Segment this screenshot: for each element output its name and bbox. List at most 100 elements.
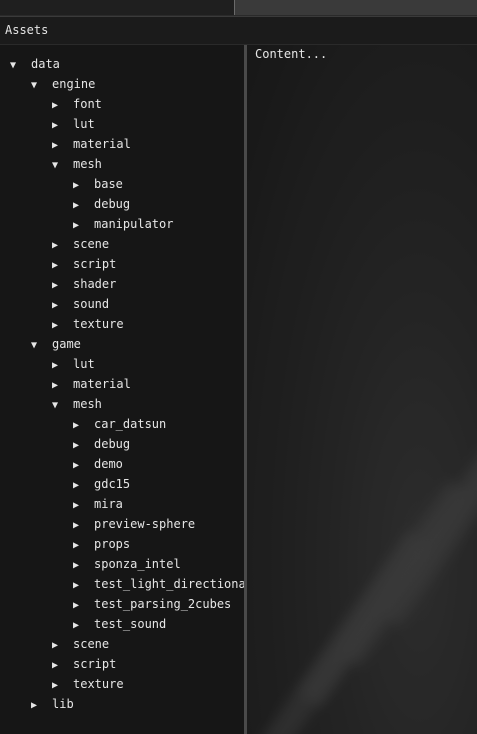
tree-node-label: engine <box>52 77 96 91</box>
tree-node-label: script <box>73 257 117 271</box>
collapsed-arrow-icon[interactable]: ▶ <box>52 356 73 376</box>
tree-node[interactable]: ▶ mira <box>73 494 123 514</box>
collapsed-arrow-icon[interactable]: ▶ <box>52 96 73 116</box>
tree-node[interactable]: ▶ scene <box>52 234 109 254</box>
tree-node-label: base <box>94 177 123 191</box>
tree-node[interactable]: ▼ data <box>10 54 60 74</box>
expanded-arrow-icon[interactable]: ▼ <box>52 396 73 416</box>
tree-node[interactable]: ▶ material <box>52 374 131 394</box>
collapsed-arrow-icon[interactable]: ▶ <box>73 496 94 516</box>
tree-node[interactable]: ▶ texture <box>52 314 124 334</box>
collapsed-arrow-icon[interactable]: ▶ <box>73 536 94 556</box>
content-placeholder: Content... <box>255 47 328 61</box>
tree-node[interactable]: ▶ debug <box>73 434 130 454</box>
tree-node-label: font <box>73 97 102 111</box>
tree-node[interactable]: ▶ test_light_directional <box>73 574 244 594</box>
tree-node-label: debug <box>94 437 131 451</box>
tree-node-label: mesh <box>73 397 102 411</box>
collapsed-arrow-icon[interactable]: ▶ <box>52 376 73 396</box>
tree-node[interactable]: ▶ test_parsing_2cubes <box>73 594 231 614</box>
tree-node[interactable]: ▶ scene <box>52 634 109 654</box>
tree-node-label: lut <box>73 357 95 371</box>
tree-node-label: demo <box>94 457 123 471</box>
content-panel: Content... <box>247 45 477 734</box>
tree-node[interactable]: ▶ texture <box>52 674 124 694</box>
tree-node[interactable]: ▼ mesh <box>52 154 102 174</box>
tree-node[interactable]: ▶ lut <box>52 114 95 134</box>
tree-node-label: material <box>73 137 131 151</box>
collapsed-arrow-icon[interactable]: ▶ <box>73 436 94 456</box>
collapsed-arrow-icon[interactable]: ▶ <box>73 476 94 496</box>
collapsed-arrow-icon[interactable]: ▶ <box>52 256 73 276</box>
tree-node[interactable]: ▶ gdc15 <box>73 474 130 494</box>
tree-node[interactable]: ▼ game <box>31 334 81 354</box>
collapsed-arrow-icon[interactable]: ▶ <box>52 656 73 676</box>
tree-node[interactable]: ▶ base <box>73 174 123 194</box>
tree-node-label: manipulator <box>94 217 174 231</box>
tree-node-label: lib <box>52 697 74 711</box>
panel-title: Assets <box>5 23 49 37</box>
collapsed-arrow-icon[interactable]: ▶ <box>73 596 94 616</box>
collapsed-arrow-icon[interactable]: ▶ <box>52 276 73 296</box>
tree-node-label: props <box>94 537 131 551</box>
tree-node-label: test_parsing_2cubes <box>94 597 232 611</box>
tree-node-label: gdc15 <box>94 477 131 491</box>
collapsed-arrow-icon[interactable]: ▶ <box>73 556 94 576</box>
tree-node[interactable]: ▶ sponza_intel <box>73 554 181 574</box>
tree-node[interactable]: ▶ car_datsun <box>73 414 166 434</box>
collapsed-arrow-icon[interactable]: ▶ <box>73 616 94 636</box>
collapsed-arrow-icon[interactable]: ▶ <box>52 236 73 256</box>
collapsed-arrow-icon[interactable]: ▶ <box>73 416 94 436</box>
tree-node[interactable]: ▶ manipulator <box>73 214 173 234</box>
tree-node-label: texture <box>73 317 124 331</box>
tree-node-label: material <box>73 377 131 391</box>
tree-node[interactable]: ▶ lut <box>52 354 95 374</box>
collapsed-arrow-icon[interactable]: ▶ <box>52 676 73 696</box>
tree-node[interactable]: ▶ sound <box>52 294 109 314</box>
tree-node-label: scene <box>73 637 110 651</box>
tree-node[interactable]: ▶ props <box>73 534 130 554</box>
assets-panel-titlebar[interactable]: Assets <box>0 16 477 45</box>
collapsed-arrow-icon[interactable]: ▶ <box>73 196 94 216</box>
asset-tree: ▼ data ▼ engine ▶ font ▶ lut ▶ material ▼ mesh ▶ base… <box>0 45 244 734</box>
expanded-arrow-icon[interactable]: ▼ <box>31 336 52 356</box>
tree-node[interactable]: ▶ shader <box>52 274 116 294</box>
tree-node[interactable]: ▶ font <box>52 94 102 114</box>
tree-node-label: shader <box>73 277 117 291</box>
tree-node-label: scene <box>73 237 110 251</box>
collapsed-arrow-icon[interactable]: ▶ <box>52 116 73 136</box>
tree-node-label: sound <box>73 297 110 311</box>
tree-node-label: mesh <box>73 157 102 171</box>
tree-node-label: texture <box>73 677 124 691</box>
tree-node-label: preview-sphere <box>94 517 196 531</box>
viewport-preview-strip <box>234 0 477 15</box>
tree-node[interactable]: ▶ preview-sphere <box>73 514 195 534</box>
collapsed-arrow-icon[interactable]: ▶ <box>52 296 73 316</box>
tree-node[interactable]: ▶ script <box>52 254 116 274</box>
collapsed-arrow-icon[interactable]: ▶ <box>73 516 94 536</box>
tree-node[interactable]: ▶ demo <box>73 454 123 474</box>
tree-node-label: mira <box>94 497 123 511</box>
expanded-arrow-icon[interactable]: ▼ <box>31 76 52 96</box>
collapsed-arrow-icon[interactable]: ▶ <box>73 456 94 476</box>
collapsed-arrow-icon[interactable]: ▶ <box>52 636 73 656</box>
expanded-arrow-icon[interactable]: ▼ <box>10 56 31 76</box>
tree-node[interactable]: ▶ test_sound <box>73 614 166 634</box>
tree-node-label: car_datsun <box>94 417 167 431</box>
tree-node[interactable]: ▶ material <box>52 134 131 154</box>
collapsed-arrow-icon[interactable]: ▶ <box>73 576 94 596</box>
tree-node[interactable]: ▶ debug <box>73 194 130 214</box>
tree-node-label: test_light_directional <box>94 577 244 591</box>
tree-node[interactable]: ▶ lib <box>31 694 74 714</box>
tree-node[interactable]: ▼ mesh <box>52 394 102 414</box>
tree-node[interactable]: ▶ script <box>52 654 116 674</box>
collapsed-arrow-icon[interactable]: ▶ <box>73 176 94 196</box>
tree-node-label: test_sound <box>94 617 167 631</box>
expanded-arrow-icon[interactable]: ▼ <box>52 156 73 176</box>
collapsed-arrow-icon[interactable]: ▶ <box>73 216 94 236</box>
tree-node-label: game <box>52 337 81 351</box>
collapsed-arrow-icon[interactable]: ▶ <box>52 316 73 336</box>
collapsed-arrow-icon[interactable]: ▶ <box>52 136 73 156</box>
collapsed-arrow-icon[interactable]: ▶ <box>31 696 52 716</box>
tree-node[interactable]: ▼ engine <box>31 74 95 94</box>
